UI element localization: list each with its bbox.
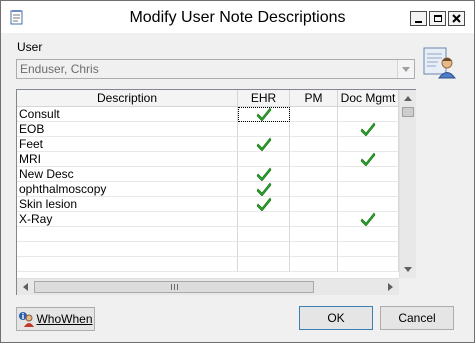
minimize-icon — [415, 20, 422, 23]
description-cell[interactable] — [17, 227, 238, 242]
table-row[interactable]: Consult — [17, 107, 399, 122]
description-cell[interactable]: ophthalmoscopy — [17, 182, 238, 197]
user-label: User — [17, 40, 43, 54]
pm-cell[interactable] — [290, 152, 338, 167]
who-when-button[interactable]: WhoWhen — [16, 307, 95, 331]
doc-mgmt-cell[interactable] — [338, 227, 399, 242]
table-row[interactable]: Feet — [17, 137, 399, 152]
description-cell[interactable]: Feet — [17, 137, 238, 152]
doc-mgmt-cell[interactable] — [338, 122, 399, 137]
ehr-cell[interactable] — [238, 242, 290, 257]
ehr-cell[interactable] — [238, 197, 290, 212]
pm-cell[interactable] — [290, 167, 338, 182]
doc-mgmt-cell[interactable] — [338, 257, 399, 272]
horizontal-scrollbar[interactable] — [17, 278, 399, 295]
pm-cell[interactable] — [290, 257, 338, 272]
description-cell[interactable]: Skin lesion — [17, 197, 238, 212]
pm-cell[interactable] — [290, 107, 338, 122]
table-row[interactable]: MRI — [17, 152, 399, 167]
ehr-cell[interactable] — [238, 182, 290, 197]
pm-cell[interactable] — [290, 137, 338, 152]
doc-mgmt-cell[interactable] — [338, 107, 399, 122]
ehr-cell[interactable] — [238, 167, 290, 182]
descriptions-grid: Description EHR PM Doc Mgmt Consult EOB Fe… — [16, 89, 416, 295]
doc-mgmt-cell[interactable] — [338, 242, 399, 257]
vertical-scrollbar[interactable] — [399, 90, 416, 278]
pm-cell[interactable] — [290, 197, 338, 212]
maximize-button[interactable] — [429, 11, 446, 26]
doc-mgmt-cell[interactable] — [338, 167, 399, 182]
table-row[interactable]: New Desc — [17, 167, 399, 182]
description-cell[interactable]: X-Ray — [17, 212, 238, 227]
ok-button[interactable]: OK — [299, 306, 373, 330]
ehr-cell[interactable] — [238, 107, 290, 122]
ehr-cell[interactable] — [238, 212, 290, 227]
doc-mgmt-cell[interactable] — [338, 212, 399, 227]
who-when-label: WhoWhen — [36, 312, 93, 326]
pm-cell[interactable] — [290, 227, 338, 242]
table-row[interactable] — [17, 227, 399, 242]
table-row[interactable]: ophthalmoscopy — [17, 182, 399, 197]
description-cell[interactable]: New Desc — [17, 167, 238, 182]
doc-mgmt-cell[interactable] — [338, 137, 399, 152]
ehr-cell[interactable] — [238, 152, 290, 167]
horizontal-scroll-thumb[interactable] — [34, 281, 314, 293]
checkmark-icon — [256, 182, 271, 196]
user-select-value: Enduser, Chris — [20, 62, 99, 76]
scroll-up-icon[interactable] — [400, 90, 416, 106]
doc-mgmt-cell[interactable] — [338, 152, 399, 167]
ehr-cell[interactable] — [238, 257, 290, 272]
vertical-scroll-thumb[interactable] — [402, 107, 414, 117]
description-cell[interactable] — [17, 257, 238, 272]
table-row[interactable]: EOB — [17, 122, 399, 137]
cancel-button[interactable]: Cancel — [380, 306, 454, 330]
dialog-window: Modify User Note Descriptions User Endus… — [0, 0, 475, 343]
checkmark-icon — [360, 122, 376, 136]
scroll-left-icon[interactable] — [17, 279, 33, 295]
description-cell[interactable]: MRI — [17, 152, 238, 167]
scroll-right-icon[interactable] — [382, 279, 398, 295]
grid-rows: Consult EOB Feet MRI New Desc ophthalmoscopy S… — [17, 107, 399, 279]
info-person-icon — [19, 312, 35, 327]
description-cell[interactable]: EOB — [17, 122, 238, 137]
checkmark-icon — [360, 212, 376, 226]
checkmark-icon — [256, 167, 271, 181]
description-cell[interactable] — [17, 242, 238, 257]
close-button[interactable] — [448, 11, 465, 26]
maximize-icon — [433, 15, 442, 22]
table-row[interactable]: Skin lesion — [17, 197, 399, 212]
ehr-cell[interactable] — [238, 227, 290, 242]
checkmark-icon — [256, 107, 271, 121]
dropdown-arrow-icon[interactable] — [397, 60, 414, 78]
scroll-down-icon[interactable] — [400, 261, 416, 277]
close-icon — [452, 14, 461, 23]
checkmark-icon — [360, 152, 376, 166]
grid-header: Description EHR PM Doc Mgmt — [17, 90, 399, 107]
pm-cell[interactable] — [290, 122, 338, 137]
title-bar: Modify User Note Descriptions — [1, 1, 474, 33]
ehr-cell[interactable] — [238, 137, 290, 152]
window-title: Modify User Note Descriptions — [129, 9, 346, 26]
user-select[interactable]: Enduser, Chris — [16, 59, 415, 79]
column-header-description[interactable]: Description — [17, 90, 238, 107]
ehr-cell[interactable] — [238, 122, 290, 137]
pm-cell[interactable] — [290, 242, 338, 257]
scrollbar-corner — [399, 278, 416, 295]
column-header-pm[interactable]: PM — [290, 90, 338, 107]
table-row[interactable] — [17, 257, 399, 272]
user-card-icon[interactable] — [422, 45, 458, 81]
pm-cell[interactable] — [290, 182, 338, 197]
minimize-button[interactable] — [410, 11, 427, 26]
checkmark-icon — [256, 137, 271, 151]
table-row[interactable] — [17, 242, 399, 257]
column-header-ehr[interactable]: EHR — [238, 90, 290, 107]
pm-cell[interactable] — [290, 212, 338, 227]
description-cell[interactable]: Consult — [17, 107, 238, 122]
column-header-doc-mgmt[interactable]: Doc Mgmt — [338, 90, 399, 107]
doc-mgmt-cell[interactable] — [338, 182, 399, 197]
doc-mgmt-cell[interactable] — [338, 197, 399, 212]
checkmark-icon — [256, 197, 271, 211]
table-row[interactable]: X-Ray — [17, 212, 399, 227]
